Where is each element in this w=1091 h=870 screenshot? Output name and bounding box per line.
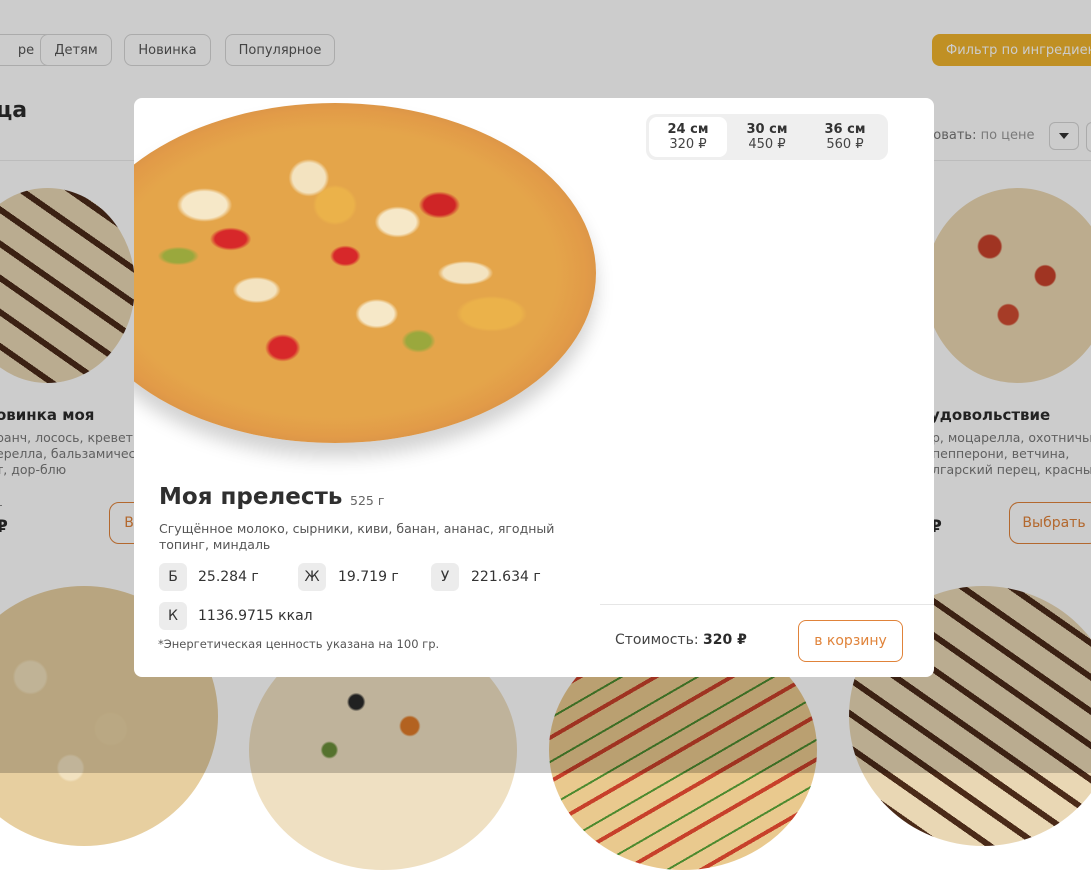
product-modal: Моя прелесть 525 г Сгущённое молоко, сыр… bbox=[134, 98, 934, 677]
size-selector: 24 см 320 ₽ 30 см 450 ₽ 36 см 560 ₽ bbox=[646, 114, 888, 160]
product-weight: 525 г bbox=[350, 493, 385, 508]
fat-badge: Ж bbox=[298, 563, 326, 591]
nutrition-note: *Энергетическая ценность указана на 100 … bbox=[158, 637, 440, 651]
carbs-value: 221.634 г bbox=[471, 569, 541, 585]
size-option-24[interactable]: 24 см 320 ₽ bbox=[649, 117, 727, 157]
calories-badge: К bbox=[159, 602, 187, 630]
protein-badge: Б bbox=[159, 563, 187, 591]
add-to-cart-button[interactable]: в корзину bbox=[798, 620, 903, 662]
footer-divider bbox=[600, 604, 934, 605]
size-option-30[interactable]: 30 см 450 ₽ bbox=[728, 117, 806, 157]
total-cost: Стоимость: 320 ₽ bbox=[615, 632, 747, 648]
protein-value: 25.284 г bbox=[198, 569, 259, 585]
carbs-badge: У bbox=[431, 563, 459, 591]
product-ingredients: Сгущённое молоко, сырники, киви, банан, … bbox=[159, 521, 555, 552]
product-title: Моя прелесть bbox=[159, 484, 343, 510]
fat-value: 19.719 г bbox=[338, 569, 399, 585]
size-option-36[interactable]: 36 см 560 ₽ bbox=[806, 117, 884, 157]
calories-value: 1136.9715 ккал bbox=[198, 608, 313, 624]
pizza-image bbox=[134, 103, 596, 455]
pizza-photo bbox=[134, 103, 596, 443]
